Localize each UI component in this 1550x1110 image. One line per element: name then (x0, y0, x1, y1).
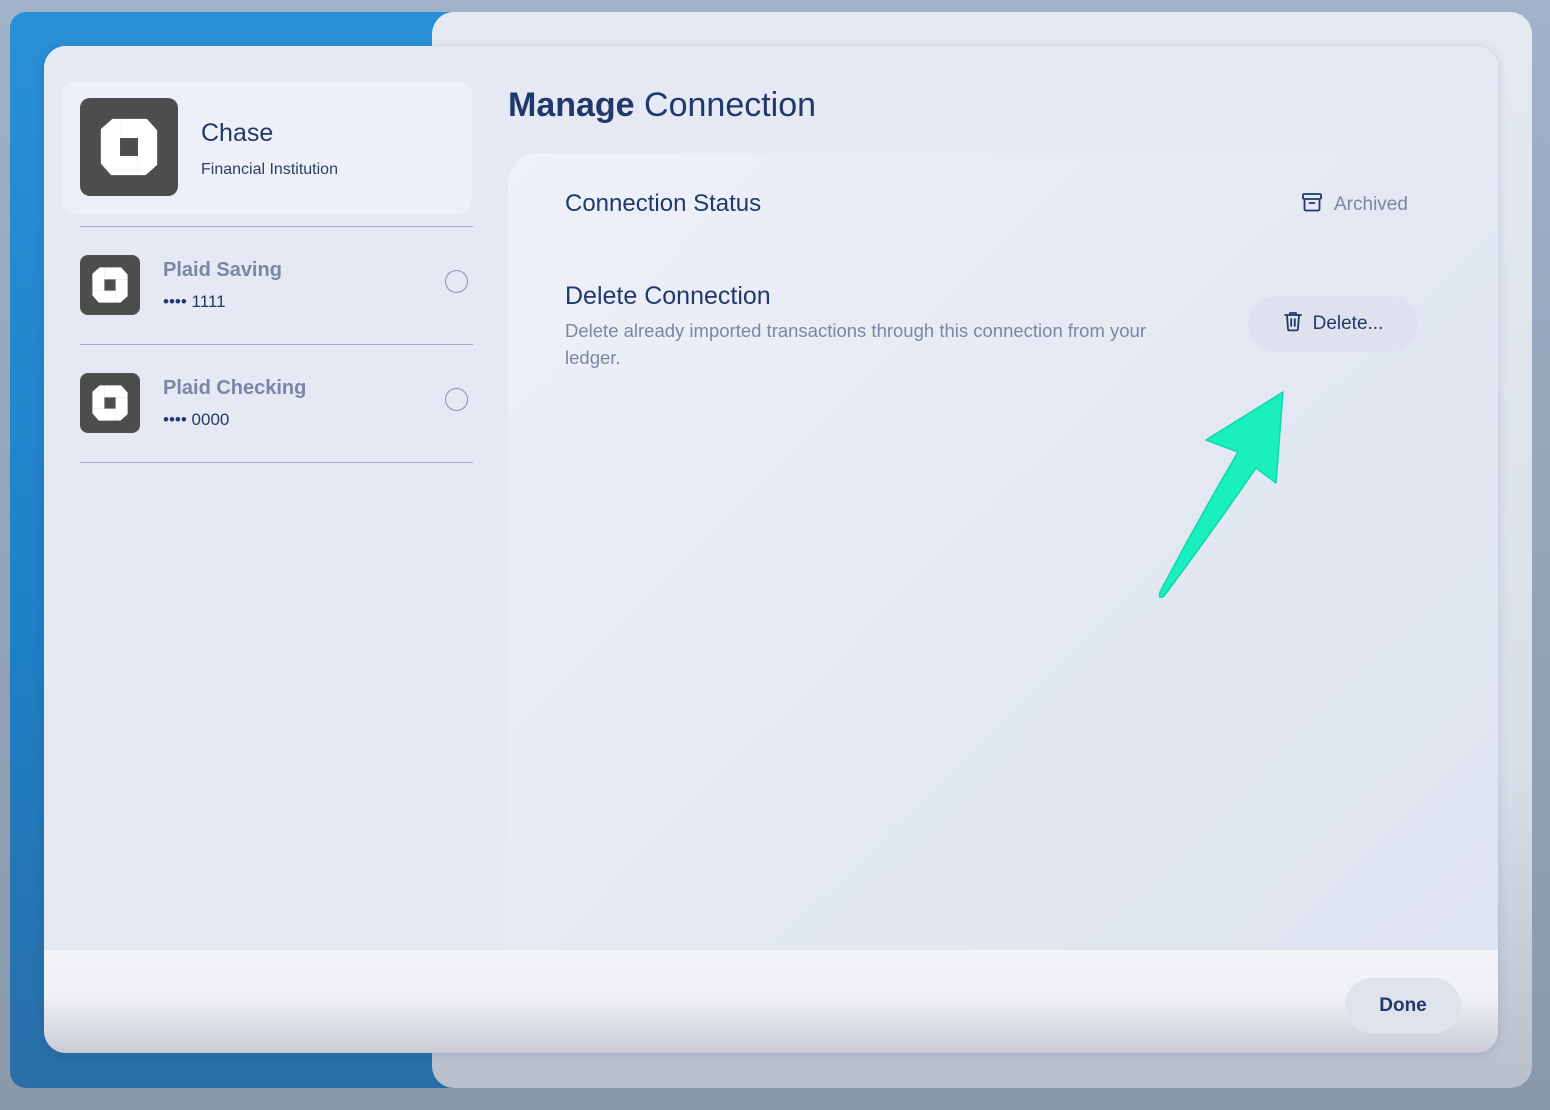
page-title: Manage Connection (508, 86, 816, 125)
account-item-plaid-saving[interactable]: Plaid Saving •••• 1111 (80, 226, 473, 344)
divider (80, 462, 473, 463)
delete-button[interactable]: Delete... (1248, 296, 1418, 352)
page-title-rest: Connection (634, 86, 817, 124)
institution-card[interactable]: Chase Financial Institution (62, 81, 472, 214)
status-text: Archived (1334, 194, 1408, 215)
status-badge: Archived (1301, 191, 1408, 219)
account-name: Plaid Checking (163, 377, 307, 399)
chase-logo-icon (80, 98, 178, 196)
account-number: •••• 1111 (163, 292, 226, 311)
archive-icon (1301, 191, 1323, 219)
trash-icon (1283, 310, 1303, 338)
account-radio[interactable] (445, 270, 468, 293)
account-item-plaid-checking[interactable]: Plaid Checking •••• 0000 (80, 344, 473, 462)
done-button[interactable]: Done (1345, 978, 1461, 1033)
delete-button-label: Delete... (1312, 313, 1384, 334)
institution-type: Financial Institution (201, 161, 338, 178)
page-title-bold: Manage (508, 86, 635, 124)
connection-panel: Connection Status Archived Delete Connec… (508, 153, 1498, 953)
dialog-footer: Done (44, 950, 1498, 1053)
delete-connection-description: Delete already imported transactions thr… (565, 320, 1146, 368)
dialog-body: Chase Financial Institution Plaid Saving… (44, 46, 1498, 953)
account-name: Plaid Saving (163, 259, 282, 281)
manage-connection-dialog: Chase Financial Institution Plaid Saving… (44, 46, 1498, 1053)
delete-connection-title: Delete Connection (565, 282, 771, 310)
chase-logo-icon (80, 373, 140, 433)
sidebar: Chase Financial Institution Plaid Saving… (44, 46, 484, 950)
account-radio[interactable] (445, 388, 468, 411)
account-number: •••• 0000 (163, 410, 230, 429)
chase-logo-icon (80, 255, 140, 315)
connection-status-label: Connection Status (565, 190, 762, 217)
institution-name: Chase (201, 119, 274, 147)
